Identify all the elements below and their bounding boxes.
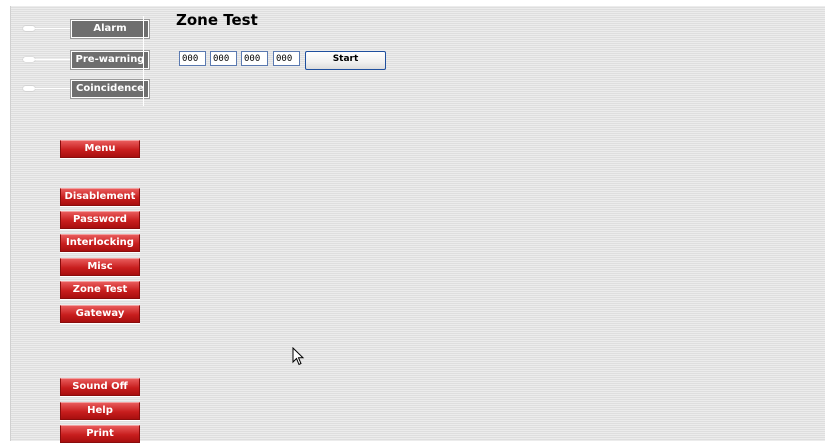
print-button[interactable]: Print — [60, 425, 140, 443]
zone-field-3[interactable] — [241, 51, 268, 66]
mouse-pointer-icon — [292, 347, 305, 366]
password-button[interactable]: Password — [60, 211, 140, 229]
menu-button[interactable]: Menu — [60, 140, 140, 158]
help-button[interactable]: Help — [60, 402, 140, 420]
alarm-led — [23, 26, 35, 31]
coincidence-led — [23, 86, 35, 91]
misc-button[interactable]: Misc — [60, 258, 140, 276]
main-panel: Alarm Pre-warning Coincidence Menu Disab… — [10, 6, 825, 443]
zone-field-4[interactable] — [273, 51, 300, 66]
indicator-pre-warning: Pre-warning — [23, 51, 153, 69]
indicator-coincidence: Coincidence — [23, 80, 153, 98]
disablement-button[interactable]: Disablement — [60, 188, 140, 206]
indicator-bracket — [137, 16, 144, 106]
zone-field-2[interactable] — [210, 51, 237, 66]
interlocking-button[interactable]: Interlocking — [60, 234, 140, 252]
indicator-alarm: Alarm — [23, 20, 153, 38]
pre-warning-led — [23, 57, 35, 62]
zone-field-1[interactable] — [179, 51, 206, 66]
gateway-button[interactable]: Gateway — [60, 305, 140, 323]
sound-off-button[interactable]: Sound Off — [60, 378, 140, 396]
start-button[interactable]: Start — [305, 51, 386, 70]
zone-test-button[interactable]: Zone Test — [60, 281, 140, 299]
page-title: Zone Test — [176, 11, 258, 29]
